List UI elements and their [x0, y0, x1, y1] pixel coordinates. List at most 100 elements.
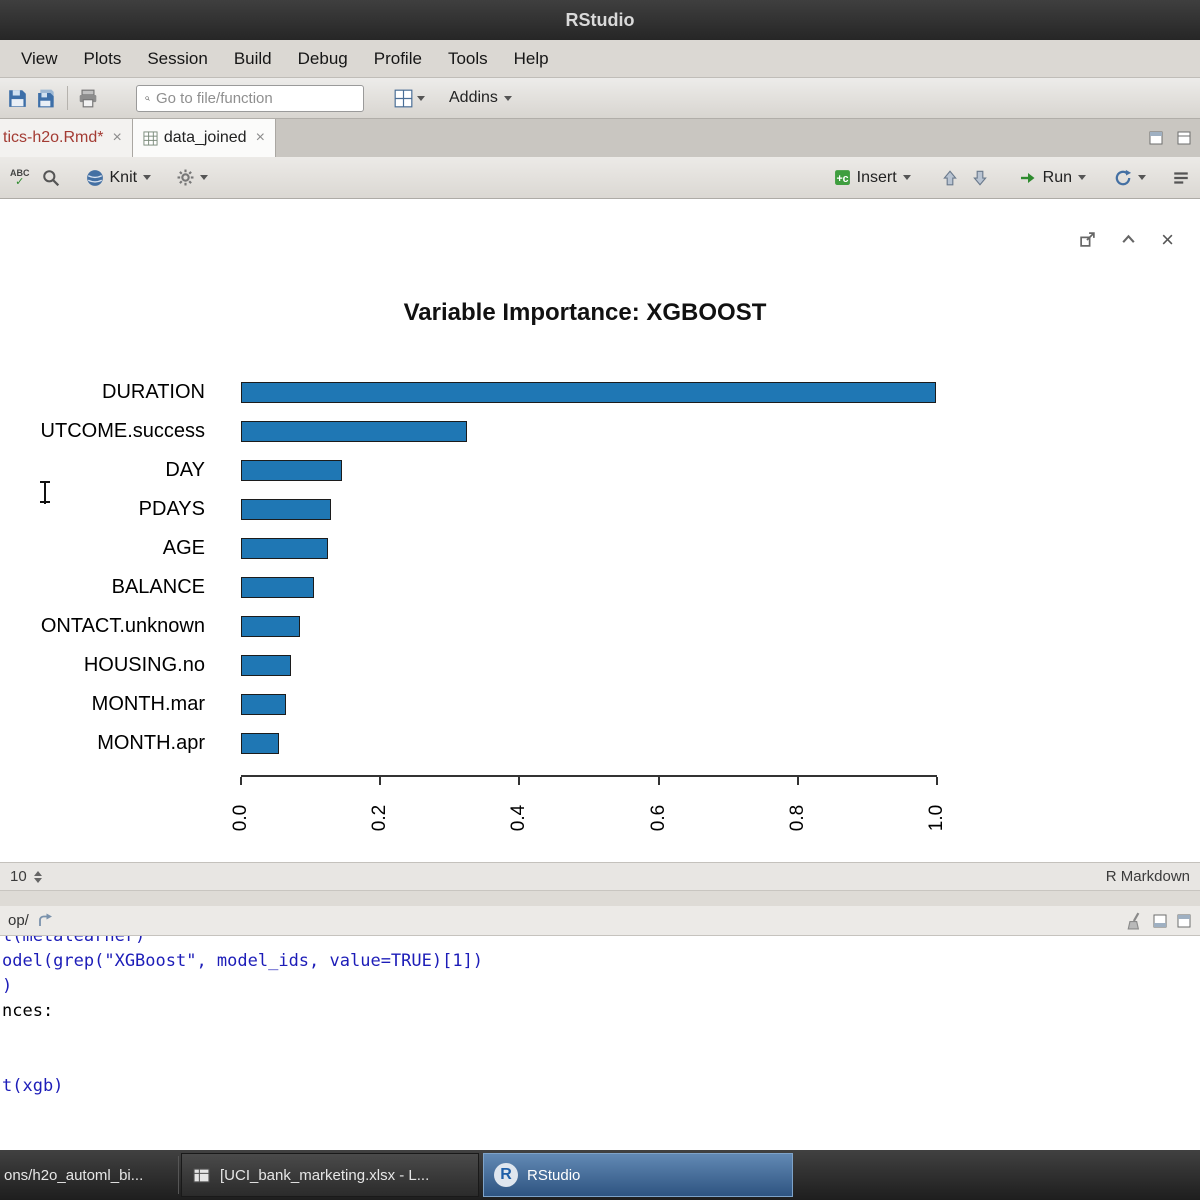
- gear-icon: [177, 169, 194, 186]
- pane-splitter[interactable]: [0, 890, 1200, 906]
- chart-bar: [241, 655, 291, 676]
- minimize-pane-icon[interactable]: [1152, 913, 1168, 929]
- menu-item-session[interactable]: Session: [134, 40, 220, 77]
- clear-console-broom-icon[interactable]: [1126, 912, 1144, 930]
- chart-bar-area: [241, 538, 936, 559]
- chunk-options-button[interactable]: [177, 169, 208, 186]
- axis-tick-label: 1.0: [926, 796, 948, 840]
- menu-item-build[interactable]: Build: [221, 40, 285, 77]
- chart-bar: [241, 460, 342, 481]
- menu-item-help[interactable]: Help: [501, 40, 562, 77]
- console-output: l(metalearner)odel(grep("XGBoost", model…: [0, 936, 1200, 1099]
- chevron-down-icon: [200, 175, 208, 180]
- console-pane[interactable]: l(metalearner)odel(grep("XGBoost", model…: [0, 936, 1200, 1150]
- save-button[interactable]: [8, 89, 27, 108]
- go-to-next-chunk-button[interactable]: [971, 169, 989, 187]
- menu-item-debug[interactable]: Debug: [285, 40, 361, 77]
- chevron-down-icon: [903, 175, 911, 180]
- tab-rmd-document[interactable]: tics-h2o.Rmd* ×: [0, 119, 133, 157]
- chart-bar: [241, 616, 300, 637]
- chevron-down-icon: [1138, 175, 1146, 180]
- popout-window-icon[interactable]: [1079, 231, 1096, 248]
- chart-category-label: MONTH.apr: [0, 732, 205, 755]
- knit-label: Knit: [110, 169, 138, 187]
- taskbar-item-label: RStudio: [527, 1167, 580, 1184]
- arrow-down-icon: [971, 169, 989, 187]
- save-all-icon: [37, 89, 57, 108]
- source-editor-toolbar: ABC ✓ Knit +c Insert Run: [0, 157, 1200, 199]
- chart-row: PDAYS: [0, 490, 1170, 529]
- tab-data-joined[interactable]: data_joined ×: [133, 119, 276, 157]
- search-icon: [145, 91, 150, 106]
- axis-tick-label: 0.8: [787, 796, 809, 840]
- chart-bar-area: [241, 499, 936, 520]
- console-line: t(xgb): [2, 1074, 1200, 1099]
- maximize-pane-icon[interactable]: [1176, 913, 1192, 929]
- chart-bar-area: [241, 733, 936, 754]
- console-line: l(metalearner): [2, 936, 1200, 949]
- axis-tick-label: 0.6: [648, 796, 670, 840]
- pane-grid-icon: [394, 89, 413, 108]
- goto-file-input[interactable]: [156, 90, 355, 107]
- goto-directory-arrow-icon[interactable]: [37, 913, 53, 929]
- svg-text:+c: +c: [836, 173, 848, 185]
- addins-button[interactable]: Addins: [449, 89, 512, 107]
- go-to-previous-chunk-button[interactable]: [941, 169, 959, 187]
- taskbar-item-excel[interactable]: [UCI_bank_marketing.xlsx - L...: [181, 1153, 479, 1197]
- close-icon[interactable]: ×: [112, 129, 121, 147]
- chart-category-label: DAY: [0, 459, 205, 482]
- spellcheck-button[interactable]: ABC ✓: [10, 169, 30, 187]
- find-replace-button[interactable]: [42, 169, 60, 187]
- menu-item-plots[interactable]: Plots: [71, 40, 135, 77]
- chart-row: DURATION: [0, 373, 1170, 412]
- chevron-down-icon: [143, 175, 151, 180]
- taskbar-item-automl[interactable]: ons/h2o_automl_bi...: [0, 1167, 178, 1184]
- menu-item-view[interactable]: View: [8, 40, 71, 77]
- chart-row: BALANCE: [0, 568, 1170, 607]
- goto-file-searchbox[interactable]: [136, 85, 364, 112]
- working-directory-path[interactable]: op/: [8, 912, 29, 929]
- chart-category-label: ONTACT.unknown: [0, 615, 205, 638]
- run-button[interactable]: Run: [1019, 169, 1086, 187]
- knit-button[interactable]: Knit: [86, 169, 152, 187]
- document-type-label[interactable]: R Markdown: [1106, 868, 1190, 885]
- insert-chunk-icon: +c: [834, 169, 851, 186]
- taskbar-item-label: [UCI_bank_marketing.xlsx - L...: [220, 1167, 429, 1184]
- addins-label: Addins: [449, 89, 498, 107]
- spreadsheet-icon: [192, 1167, 211, 1184]
- chart-category-label: HOUSING.no: [0, 654, 205, 677]
- window-title: RStudio: [566, 10, 635, 31]
- tab-label: data_joined: [164, 129, 247, 147]
- chart-row: MONTH.apr: [0, 724, 1170, 763]
- chevron-up-icon[interactable]: [1120, 231, 1137, 248]
- run-arrow-icon: [1019, 170, 1037, 186]
- rerun-button[interactable]: [1114, 169, 1146, 187]
- chart-bar-area: [241, 616, 936, 637]
- chart-row: ONTACT.unknown: [0, 607, 1170, 646]
- menu-item-tools[interactable]: Tools: [435, 40, 501, 77]
- text-cursor-ibeam: [38, 481, 52, 505]
- menu-bar: ViewPlotsSessionBuildDebugProfileToolsHe…: [0, 40, 1200, 78]
- chunk-position-selector[interactable]: 10: [10, 868, 42, 885]
- chart-rows: DURATIONUTCOME.successDAYPDAYSAGEBALANCE…: [0, 373, 1170, 763]
- insert-chunk-button[interactable]: +c Insert: [834, 169, 911, 187]
- save-all-button[interactable]: [37, 89, 57, 108]
- close-icon[interactable]: ×: [256, 129, 265, 147]
- document-outline-button[interactable]: [1172, 169, 1190, 187]
- print-button[interactable]: [78, 89, 98, 108]
- chart-bar-area: [241, 421, 936, 442]
- menu-item-profile[interactable]: Profile: [361, 40, 435, 77]
- close-icon[interactable]: ×: [1161, 232, 1174, 248]
- knit-yarn-icon: [86, 169, 104, 187]
- axis-tick: [658, 777, 660, 785]
- run-label: Run: [1043, 169, 1072, 187]
- taskbar-item-rstudio[interactable]: R RStudio: [483, 1153, 793, 1197]
- printer-icon: [78, 89, 98, 108]
- axis-tick: [936, 777, 938, 785]
- minimize-pane-icon[interactable]: [1148, 130, 1164, 146]
- title-bar: RStudio: [0, 0, 1200, 40]
- pane-layout-button[interactable]: [394, 89, 425, 108]
- axis-tick: [240, 777, 242, 785]
- chart-bar: [241, 538, 328, 559]
- maximize-pane-icon[interactable]: [1176, 130, 1192, 146]
